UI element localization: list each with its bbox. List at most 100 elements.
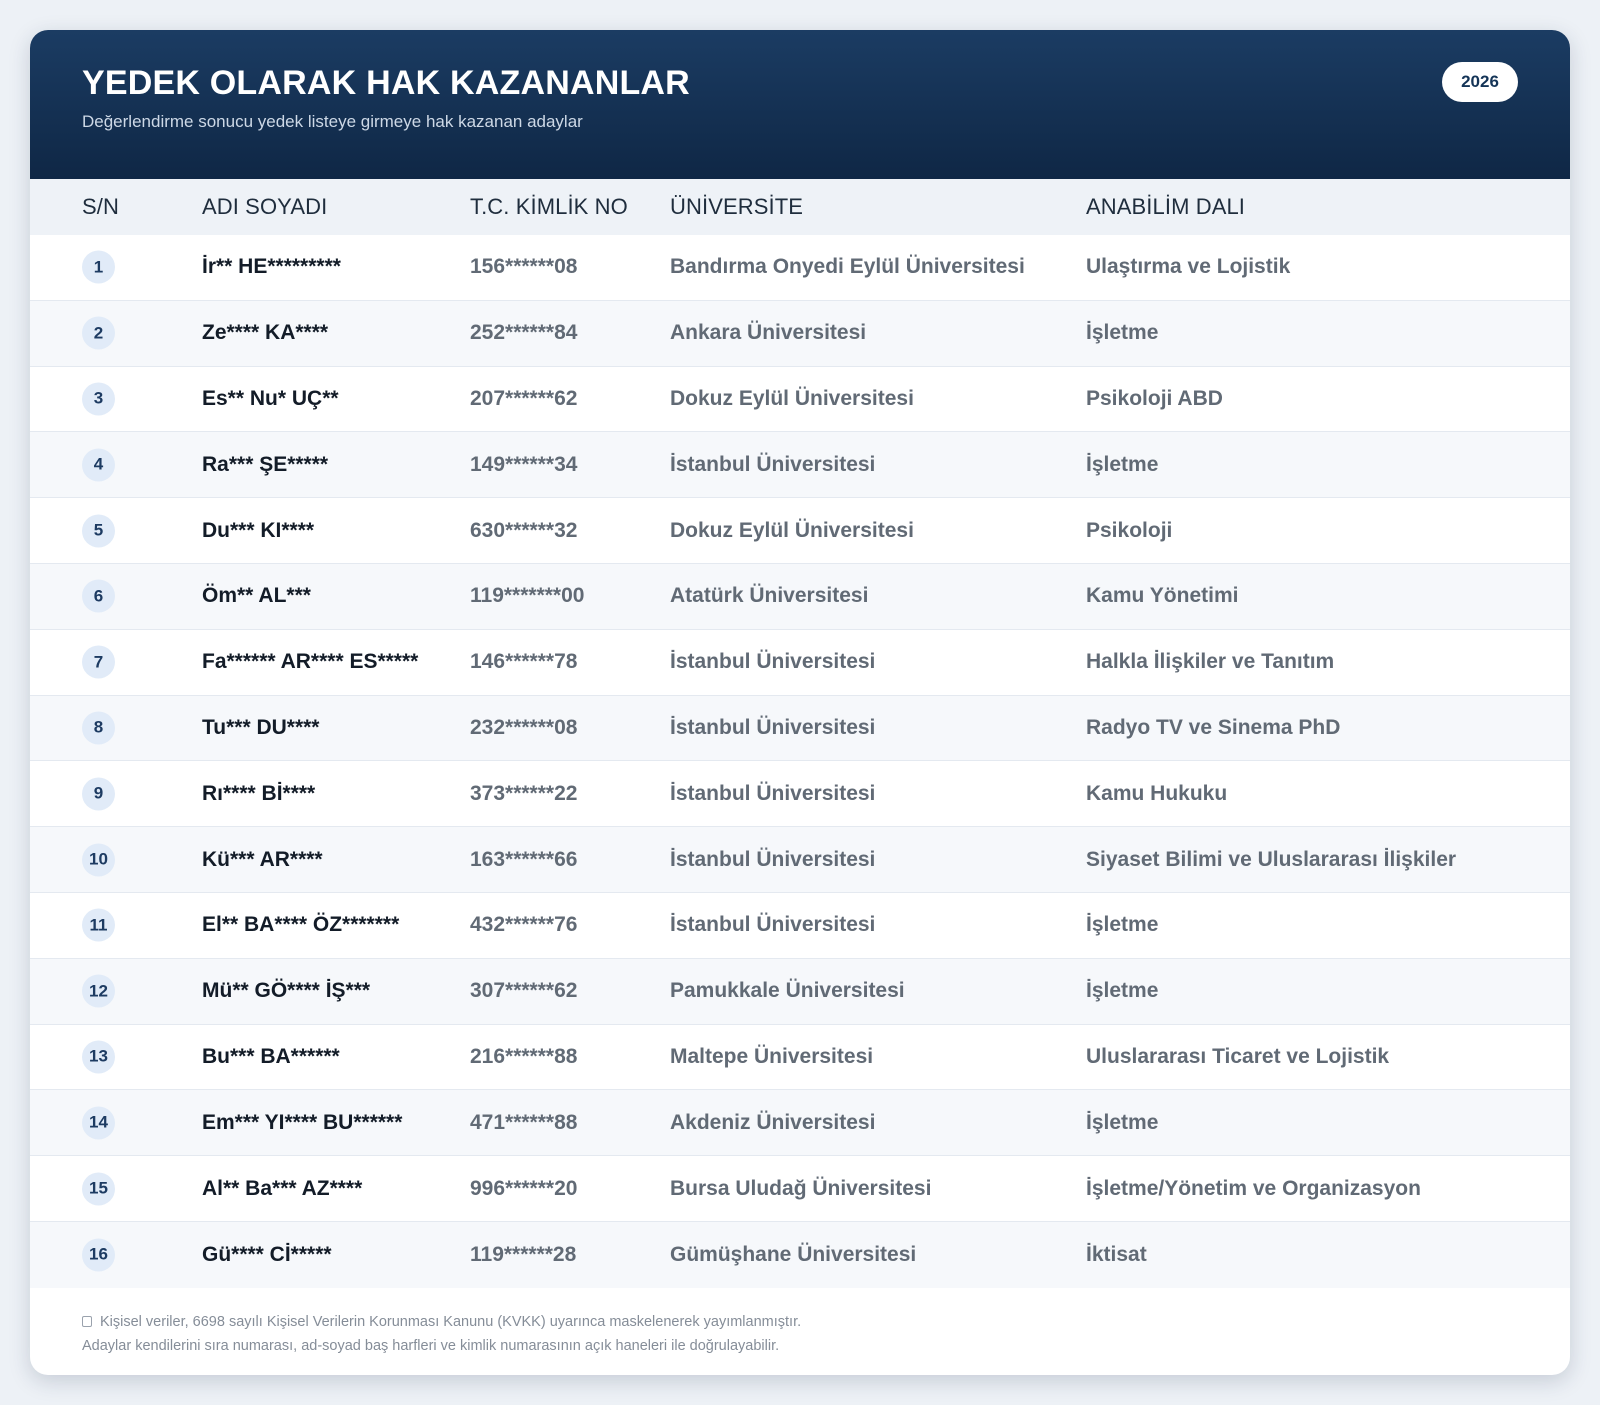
table-row: 6 Öm** AL*** 119*******00 Atatürk Üniver…	[30, 563, 1570, 630]
tc-number: 432******76	[470, 913, 578, 937]
university-name: Ankara Üniversitesi	[670, 321, 867, 345]
tc-number: 373******22	[470, 781, 578, 805]
footer-line-1: Kişisel veriler, 6698 sayılı Kişisel Ver…	[82, 1310, 1518, 1334]
tc-number: 252******84	[470, 321, 578, 345]
department-name: İşletme	[1086, 913, 1159, 937]
candidate-name: Al** Ba*** AZ****	[202, 1176, 363, 1200]
candidate-name: Öm** AL***	[202, 584, 311, 608]
table-row: 10 Kü*** AR**** 163******66 İstanbul Üni…	[30, 827, 1570, 893]
table-row: 5 Du*** KI**** 630******32 Dokuz Eylül Ü…	[30, 498, 1570, 564]
department-name: Siyaset Bilimi ve Uluslararası İlişkiler	[1086, 847, 1457, 871]
candidate-name: Mü** GÖ**** İŞ***	[202, 979, 371, 1003]
column-header-university: ÜNİVERSİTE	[670, 194, 804, 219]
candidate-name: Fa****** AR**** ES*****	[202, 650, 419, 674]
university-name: Maltepe Üniversitesi	[670, 1044, 874, 1068]
page-title: YEDEK OLARAK HAK KAZANANLAR	[82, 64, 690, 102]
tc-number: 307******62	[470, 979, 578, 1003]
university-name: Akdeniz Üniversitesi	[670, 1110, 876, 1134]
row-number-badge: 3	[82, 382, 115, 416]
column-header-department: ANABİLİM DALI	[1086, 194, 1246, 219]
candidate-name: Bu*** BA******	[202, 1044, 340, 1068]
candidate-name: Du*** KI****	[202, 518, 315, 542]
page-header: YEDEK OLARAK HAK KAZANANLAR Değerlendirm…	[30, 30, 1570, 179]
column-header-sn: S/N	[82, 194, 119, 219]
table-row: 14 Em*** YI**** BU****** 471******88 Akd…	[30, 1090, 1570, 1157]
university-name: İstanbul Üniversitesi	[670, 913, 876, 937]
table-row: 1 İr** HE********* 156******08 Bandırma …	[30, 235, 1570, 301]
row-number-badge: 15	[82, 1172, 115, 1206]
table-row: 11 El** BA**** ÖZ******* 432******76 İst…	[30, 893, 1570, 959]
lock-icon	[82, 1315, 92, 1327]
footer-note-text-1: Kişisel veriler, 6698 sayılı Kişisel Ver…	[100, 1313, 802, 1330]
table-row: 13 Bu*** BA****** 216******88 Maltepe Ün…	[30, 1025, 1570, 1091]
candidate-name: İr** HE*********	[202, 255, 341, 279]
department-name: Kamu Hukuku	[1086, 781, 1228, 805]
table-row: 15 Al** Ba*** AZ**** 996******20 Bursa U…	[30, 1156, 1570, 1222]
row-number-badge: 5	[82, 514, 115, 548]
university-name: İstanbul Üniversitesi	[670, 650, 876, 674]
row-number-badge: 12	[82, 974, 115, 1008]
tc-number: 163******66	[470, 847, 578, 871]
candidate-name: Em*** YI**** BU******	[202, 1110, 403, 1134]
table-row: 2 Ze**** KA**** 252******84 Ankara Ünive…	[30, 300, 1570, 367]
table-row: 9 Rı**** Bİ**** 373******22 İstanbul Üni…	[30, 761, 1570, 828]
row-number-badge: 9	[82, 777, 115, 811]
department-name: İktisat	[1086, 1242, 1147, 1266]
year-badge: 2026	[1442, 62, 1518, 102]
department-name: İşletme	[1086, 321, 1159, 345]
tc-number: 216******88	[470, 1044, 578, 1068]
tc-number: 630******32	[470, 518, 578, 542]
tc-number: 996******20	[470, 1176, 578, 1200]
tc-number: 119******28	[470, 1242, 577, 1266]
university-name: Bursa Uludağ Üniversitesi	[670, 1176, 932, 1200]
footer-note-text-2: Adaylar kendilerini sıra numarası, ad-so…	[82, 1337, 780, 1354]
table-row: 4 Ra*** ŞE***** 149******34 İstanbul Üni…	[30, 432, 1570, 499]
table-body: 1 İr** HE********* 156******08 Bandırma …	[30, 235, 1570, 1288]
candidate-name: Rı**** Bİ****	[202, 781, 316, 805]
department-name: Radyo TV ve Sinema PhD	[1086, 715, 1341, 739]
row-number-badge: 13	[82, 1040, 115, 1074]
row-number-badge: 7	[82, 645, 115, 679]
table-row: 12 Mü** GÖ**** İŞ*** 307******62 Pamukka…	[30, 958, 1570, 1025]
university-name: Dokuz Eylül Üniversitesi	[670, 386, 914, 410]
department-name: İşletme/Yönetim ve Organizasyon	[1086, 1176, 1421, 1200]
candidate-name: Es** Nu* UÇ**	[202, 386, 339, 410]
row-number-badge: 14	[82, 1106, 115, 1140]
department-name: Psikoloji ABD	[1086, 386, 1223, 410]
kvkk-footer-note: Kişisel veriler, 6698 sayılı Kişisel Ver…	[30, 1288, 1570, 1358]
results-card: YEDEK OLARAK HAK KAZANANLAR Değerlendirm…	[30, 30, 1570, 1375]
tc-number: 232******08	[470, 715, 578, 739]
row-number-badge: 10	[82, 843, 115, 877]
row-number-badge: 16	[82, 1238, 115, 1272]
university-name: İstanbul Üniversitesi	[670, 452, 876, 476]
column-header-name: ADI SOYADI	[202, 194, 328, 219]
table-header: S/N ADI SOYADI T.C. KİMLİK NO ÜNİVERSİTE…	[30, 179, 1570, 235]
department-name: Uluslararası Ticaret ve Lojistik	[1086, 1044, 1390, 1068]
department-name: İşletme	[1086, 1110, 1159, 1134]
department-name: İşletme	[1086, 979, 1159, 1003]
table-row: 7 Fa****** AR**** ES***** 146******78 İs…	[30, 630, 1570, 696]
department-name: Psikoloji	[1086, 518, 1173, 542]
tc-number: 207******62	[470, 386, 578, 410]
row-number-badge: 4	[82, 448, 115, 482]
university-name: Pamukkale Üniversitesi	[670, 979, 905, 1003]
candidate-name: El** BA**** ÖZ*******	[202, 913, 400, 937]
university-name: İstanbul Üniversitesi	[670, 715, 876, 739]
tc-number: 156******08	[470, 255, 578, 279]
department-name: Kamu Yönetimi	[1086, 584, 1239, 608]
department-name: İşletme	[1086, 452, 1159, 476]
department-name: Halkla İlişkiler ve Tanıtım	[1086, 650, 1335, 674]
university-name: Dokuz Eylül Üniversitesi	[670, 518, 914, 542]
tc-number: 146******78	[470, 650, 578, 674]
table-row: 8 Tu*** DU**** 232******08 İstanbul Üniv…	[30, 695, 1570, 762]
university-name: İstanbul Üniversitesi	[670, 847, 876, 871]
row-number-badge: 1	[82, 250, 115, 284]
candidate-name: Tu*** DU****	[202, 715, 320, 739]
candidate-name: Ra*** ŞE*****	[202, 452, 329, 476]
candidate-name: Kü*** AR****	[202, 847, 323, 871]
tc-number: 471******88	[470, 1110, 578, 1134]
page-subtitle: Değerlendirme sonucu yedek listeye girme…	[82, 112, 583, 131]
university-name: Gümüşhane Üniversitesi	[670, 1242, 917, 1266]
tc-number: 119*******00	[470, 584, 585, 608]
university-name: İstanbul Üniversitesi	[670, 781, 876, 805]
